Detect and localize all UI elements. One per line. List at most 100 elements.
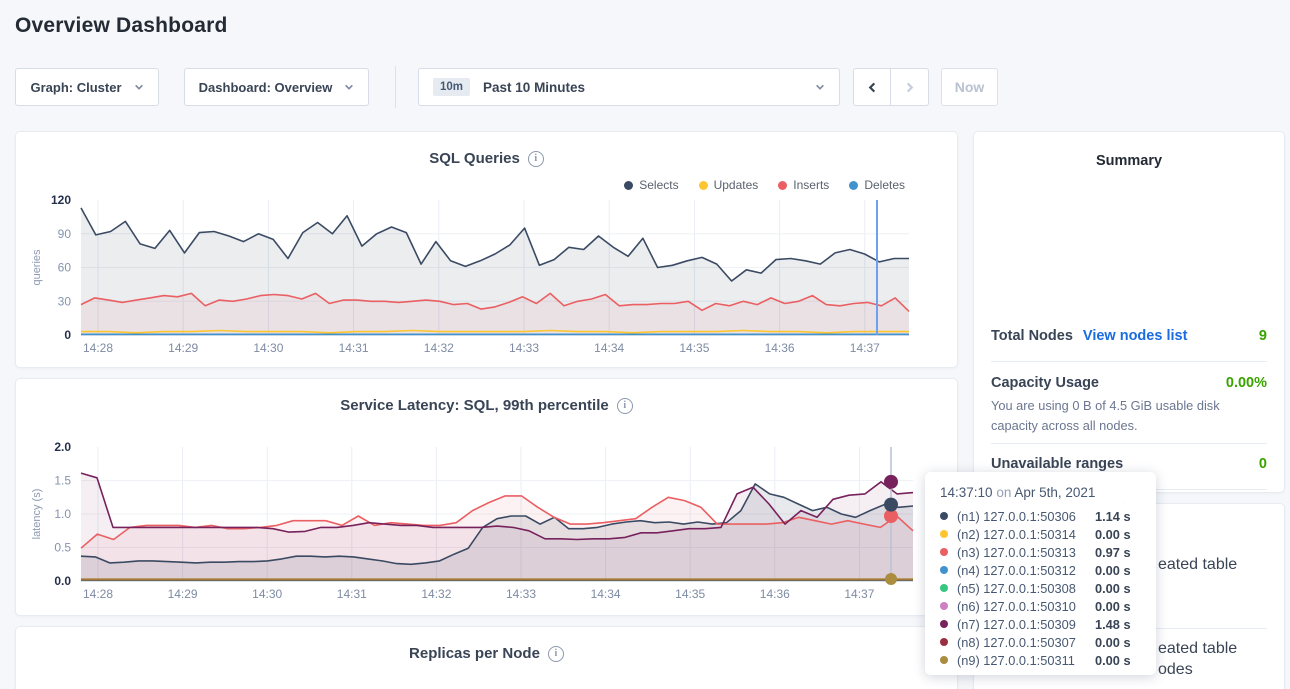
node-latency-value: 1.48 s (1095, 617, 1141, 632)
event-text-fragment: odes (1158, 661, 1193, 679)
svg-text:60: 60 (58, 261, 72, 275)
chart-canvas[interactable]: 0.00.51.01.52.014:2814:2914:3014:3114:32… (16, 379, 957, 615)
svg-text:30: 30 (58, 294, 72, 308)
svg-text:14:30: 14:30 (252, 587, 282, 601)
capacity-usage-label: Capacity Usage (991, 375, 1099, 391)
graph-scope-dropdown[interactable]: Graph: Cluster (15, 68, 159, 106)
svg-text:1.5: 1.5 (54, 474, 71, 488)
svg-text:14:28: 14:28 (83, 587, 113, 601)
time-step-buttons (853, 68, 929, 106)
node-latency-value: 0.00 s (1095, 599, 1141, 614)
replicas-per-node-panel: Replicas per Node i (15, 626, 958, 689)
sql-queries-panel: SQL Queries i SelectsUpdatesInsertsDelet… (15, 131, 958, 368)
svg-text:0: 0 (64, 328, 71, 342)
event-text-fragment: eated table (1158, 640, 1237, 658)
node-address: (n5) 127.0.0.1:50308 (957, 581, 1095, 596)
chart-hover-tooltip: 14:37:10 on Apr 5th, 2021 (n1) 127.0.0.1… (925, 472, 1156, 675)
tooltip-date: Apr 5th, 2021 (1014, 485, 1095, 500)
svg-text:120: 120 (51, 193, 71, 207)
node-address: (n1) 127.0.0.1:50306 (957, 509, 1095, 524)
tooltip-node-row: (n8) 127.0.0.1:503070.00 s (940, 633, 1141, 651)
svg-text:0.0: 0.0 (54, 574, 71, 588)
tooltip-node-row: (n2) 127.0.0.1:503140.00 s (940, 525, 1141, 543)
tooltip-node-row: (n4) 127.0.0.1:503120.00 s (940, 561, 1141, 579)
summary-panel: Summary Total Nodes View nodes list 9 Ca… (973, 131, 1285, 493)
view-nodes-list-link[interactable]: View nodes list (1083, 328, 1188, 344)
tooltip-node-row: (n5) 127.0.0.1:503080.00 s (940, 579, 1141, 597)
series-color-dot (940, 566, 948, 574)
graph-scope-label: Graph: Cluster (30, 80, 121, 95)
time-range-label: Past 10 Minutes (483, 80, 802, 95)
capacity-usage-value: 0.00% (1226, 375, 1267, 391)
time-range-picker[interactable]: 10m Past 10 Minutes (418, 68, 840, 106)
node-address: (n8) 127.0.0.1:50307 (957, 635, 1095, 650)
svg-text:14:32: 14:32 (421, 587, 451, 601)
series-color-dot (940, 602, 948, 610)
svg-text:14:30: 14:30 (253, 341, 283, 355)
series-color-dot (940, 620, 948, 628)
dashboard-label: Dashboard: Overview (199, 80, 333, 95)
svg-text:14:33: 14:33 (509, 341, 539, 355)
node-address: (n4) 127.0.0.1:50312 (957, 563, 1095, 578)
dashboard-dropdown[interactable]: Dashboard: Overview (184, 68, 369, 106)
svg-text:14:33: 14:33 (506, 587, 536, 601)
divider (991, 361, 1267, 362)
node-address: (n6) 127.0.0.1:50310 (957, 599, 1095, 614)
time-range-badge: 10m (433, 78, 470, 96)
unavailable-ranges-value: 0 (1259, 456, 1267, 472)
svg-text:90: 90 (58, 227, 72, 241)
series-color-dot (940, 530, 948, 538)
replicas-per-node-title: Replicas per Node (409, 645, 540, 662)
chevron-down-icon (134, 82, 144, 92)
tooltip-node-row: (n6) 127.0.0.1:503100.00 s (940, 597, 1141, 615)
tooltip-conj: on (996, 485, 1011, 500)
node-latency-value: 0.00 s (1095, 653, 1141, 668)
node-address: (n3) 127.0.0.1:50313 (957, 545, 1095, 560)
divider (991, 443, 1267, 444)
page-title: Overview Dashboard (15, 14, 228, 38)
series-color-dot (940, 584, 948, 592)
series-color-dot (940, 656, 948, 664)
svg-text:queries: queries (31, 249, 43, 286)
info-icon[interactable]: i (548, 646, 564, 662)
total-nodes-stat: Total Nodes View nodes list 9 (991, 328, 1267, 344)
chevron-down-icon (344, 82, 354, 92)
time-step-forward-button[interactable] (891, 68, 929, 106)
chevron-right-icon (904, 82, 915, 93)
node-address: (n7) 127.0.0.1:50309 (957, 617, 1095, 632)
svg-text:14:36: 14:36 (765, 341, 795, 355)
total-nodes-label: Total Nodes (991, 328, 1073, 344)
unavailable-ranges-label: Unavailable ranges (991, 456, 1123, 472)
tooltip-node-row: (n1) 127.0.0.1:503061.14 s (940, 507, 1141, 525)
svg-text:14:29: 14:29 (168, 587, 198, 601)
tooltip-time: 14:37:10 (940, 485, 993, 500)
node-latency-value: 0.00 s (1095, 635, 1141, 650)
node-address: (n2) 127.0.0.1:50314 (957, 527, 1095, 542)
unavailable-ranges-stat: Unavailable ranges 0 (991, 456, 1267, 472)
svg-text:latency (s): latency (s) (31, 489, 43, 540)
capacity-usage-stat: Capacity Usage 0.00% (991, 375, 1267, 391)
chart-canvas[interactable]: 0 30 60 90 120 14:28 14:29 14:30 14:31 14:32 14:33… (16, 132, 957, 367)
series-color-dot (940, 638, 948, 646)
node-latency-value: 1.14 s (1095, 509, 1141, 524)
series-color-dot (940, 548, 948, 556)
svg-text:14:28: 14:28 (83, 341, 113, 355)
svg-text:0.5: 0.5 (54, 541, 71, 555)
controls-divider (395, 66, 396, 108)
svg-text:14:37: 14:37 (844, 587, 874, 601)
svg-text:14:34: 14:34 (591, 587, 621, 601)
svg-text:14:37: 14:37 (850, 341, 880, 355)
chevron-left-icon (867, 82, 878, 93)
tooltip-node-row: (n3) 127.0.0.1:503130.97 s (940, 543, 1141, 561)
tooltip-node-list: (n1) 127.0.0.1:503061.14 s(n2) 127.0.0.1… (940, 507, 1141, 669)
svg-text:14:31: 14:31 (339, 341, 369, 355)
tooltip-node-row: (n7) 127.0.0.1:503091.48 s (940, 615, 1141, 633)
svg-text:14:29: 14:29 (168, 341, 198, 355)
node-latency-value: 0.97 s (1095, 545, 1141, 560)
summary-title: Summary (974, 153, 1284, 169)
tooltip-node-row: (n9) 127.0.0.1:503110.00 s (940, 651, 1141, 669)
time-step-back-button[interactable] (853, 68, 891, 106)
now-button[interactable]: Now (941, 68, 998, 106)
svg-text:14:32: 14:32 (424, 341, 454, 355)
event-text-fragment: eated table (1158, 556, 1237, 574)
